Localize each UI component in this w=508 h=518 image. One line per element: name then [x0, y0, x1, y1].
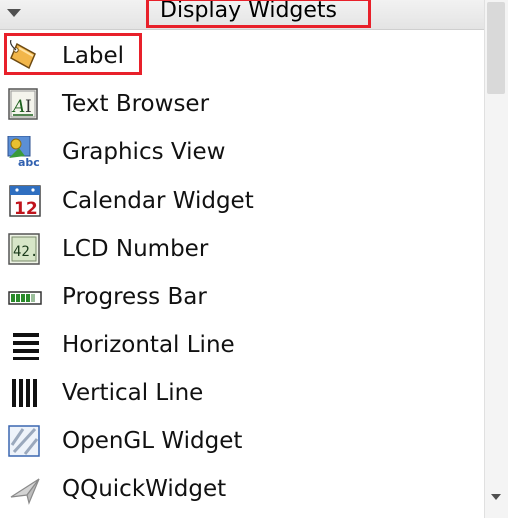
graphics-view-icon: abc [5, 136, 45, 168]
widget-item-lcd-number[interactable]: 42. LCD Number [0, 225, 484, 273]
svg-text:I: I [25, 97, 32, 117]
calendar-icon: 12 [5, 185, 45, 217]
vertical-scrollbar[interactable] [484, 0, 508, 518]
widget-item-horizontal-line[interactable]: Horizontal Line [0, 321, 484, 369]
widget-item-graphics-view[interactable]: abc Graphics View [0, 128, 484, 176]
text-browser-icon: A I [5, 88, 45, 120]
widget-label: OpenGL Widget [62, 428, 243, 454]
svg-text:12: 12 [14, 199, 38, 217]
vertical-line-icon [5, 377, 45, 409]
widget-label: QQuickWidget [62, 476, 227, 502]
progress-bar-icon [5, 281, 45, 313]
svg-text:A: A [11, 97, 25, 117]
widget-label: Horizontal Line [62, 332, 235, 358]
qquickwidget-icon [5, 473, 45, 505]
widget-label: Graphics View [62, 139, 226, 165]
scroll-down-arrow-icon[interactable] [491, 494, 501, 500]
category-title: Display Widgets [160, 0, 338, 23]
widget-item-label[interactable]: Label [0, 32, 484, 80]
scrollbar-thumb[interactable] [487, 2, 505, 94]
label-tag-icon [5, 40, 45, 72]
widget-box-panel: Display Widgets Label A I Text Browser a… [0, 0, 508, 518]
svg-text:abc: abc [18, 156, 40, 168]
widget-label: Calendar Widget [62, 188, 254, 214]
widget-label: Vertical Line [62, 380, 204, 406]
widget-item-vertical-line[interactable]: Vertical Line [0, 369, 484, 417]
widget-label: Text Browser [62, 91, 210, 117]
widget-label: Label [62, 43, 125, 69]
category-header-display-widgets[interactable]: Display Widgets [0, 0, 484, 30]
svg-text:42.: 42. [13, 244, 38, 260]
widget-label: Progress Bar [62, 284, 207, 310]
widget-item-opengl-widget[interactable]: OpenGL Widget [0, 417, 484, 465]
widget-item-progress-bar[interactable]: Progress Bar [0, 273, 484, 321]
opengl-widget-icon [5, 425, 45, 457]
widget-item-text-browser[interactable]: A I Text Browser [0, 80, 484, 128]
widget-item-calendar-widget[interactable]: 12 Calendar Widget [0, 177, 484, 225]
widget-item-qquickwidget[interactable]: QQuickWidget [0, 465, 484, 513]
widget-label: LCD Number [62, 236, 209, 262]
expand-arrow-icon[interactable] [7, 9, 21, 17]
lcd-number-icon: 42. [5, 233, 45, 265]
horizontal-line-icon [5, 329, 45, 361]
